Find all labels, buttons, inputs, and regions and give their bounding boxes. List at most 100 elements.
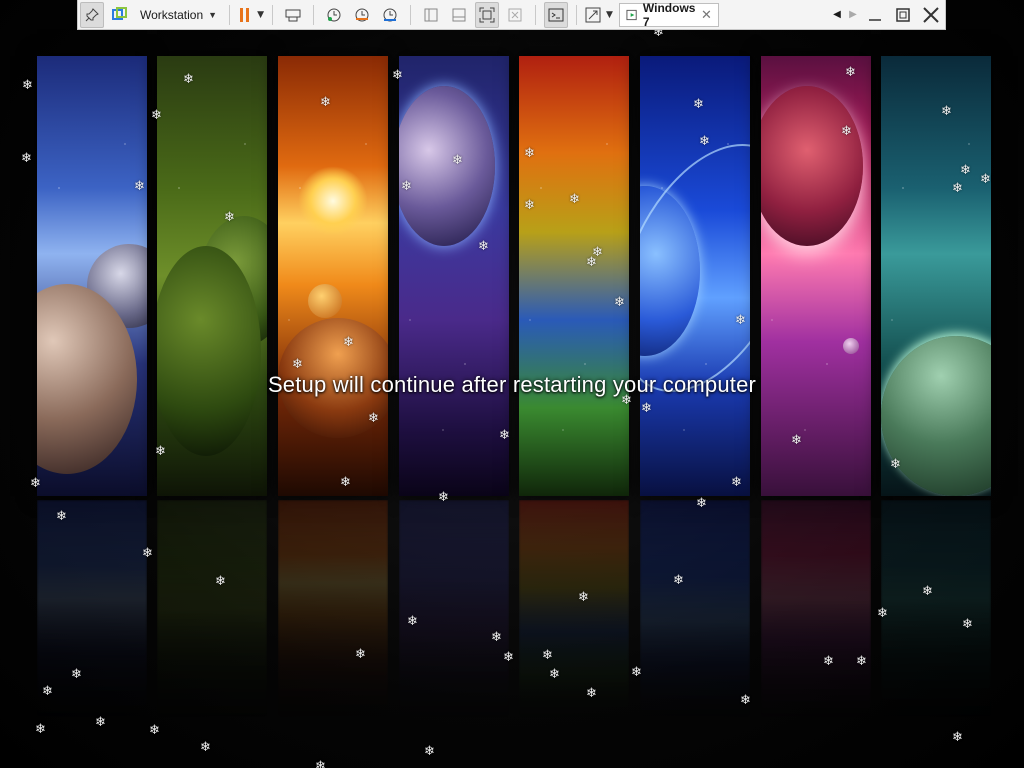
close-window-icon [923,6,939,23]
snowflake-icon: ❄ [856,654,867,669]
minimize-button[interactable] [861,2,889,28]
chevron-down-icon: ▼ [257,9,264,20]
snowflake-icon: ❄ [392,68,403,83]
send-keys-icon [285,9,301,21]
snowflake-icon: ❄ [22,78,33,93]
restore-icon [896,7,910,22]
snowflake-icon: ❄ [343,335,354,350]
snowflake-icon: ❄ [368,411,379,426]
snowflake-icon: ❄ [30,476,41,491]
console-view-button[interactable] [543,1,568,28]
snowflake-icon: ❄ [183,72,194,87]
setup-status-message: Setup will continue after restarting you… [267,372,757,397]
scroll-left-icon[interactable]: ◀ [829,2,845,28]
snowflake-icon: ❄ [542,648,553,663]
snowflake-icon: ❄ [315,759,326,768]
snapshot-manager-icon [383,8,397,21]
vm-desktop: ❄ ❄ ❄ ❄ ❄ ❄ ❄ ❄ ❄ ❄ ❄ ❄ ❄ ❄ ❄ ❄ ❄ ❄ ❄ ❄ ❄ ❄ ❄ ❄ ❄ ❄ ❄ ❄ ❄ ❄ ❄ ❄ ❄ ❄ ❄ ❄ ❄ ❄ ❄ ❄… [0,0,1024,768]
snowflake-icon: ❄ [823,654,834,669]
wallpaper-panel [881,56,991,496]
snowflake-icon: ❄ [877,606,888,621]
snowflake-icon: ❄ [21,151,32,166]
snowflake-icon: ❄ [941,104,952,119]
snowflake-icon: ❄ [549,667,560,682]
snowflake-icon: ❄ [95,715,106,730]
snowflake-icon: ❄ [890,457,901,472]
show-thumbnail-bar-button[interactable] [447,2,471,28]
snowflake-icon: ❄ [631,665,642,680]
snowflake-icon: ❄ [42,684,53,699]
snowflake-icon: ❄ [614,295,625,310]
wallpaper-reflection [881,500,991,720]
snowflake-icon: ❄ [424,744,435,759]
snowflake-icon: ❄ [155,444,166,459]
stretch-guest-button[interactable]: ▼ [585,2,613,28]
vm-tab-label: Windows 7 [642,0,696,29]
unity-button[interactable] [503,2,527,28]
wallpaper-reflection [519,500,629,720]
send-ctrl-alt-del-button[interactable] [281,2,305,28]
snowflake-icon: ❄ [735,313,746,328]
separator [312,4,314,25]
take-snapshot-button[interactable] [322,2,346,28]
revert-snapshot-button[interactable] [350,2,374,28]
snowflake-icon: ❄ [134,179,145,194]
snowflake-icon: ❄ [791,433,802,448]
full-screen-button[interactable] [474,1,499,28]
chevron-down-icon: ▼ [605,9,613,20]
close-button[interactable] [917,2,945,28]
wallpaper-reflection [399,500,509,720]
unity-icon [508,8,522,21]
snowflake-icon: ❄ [71,667,82,682]
snowflake-icon: ❄ [407,614,418,629]
workstation-menu[interactable]: Workstation ▼ [134,2,223,28]
stretch-icon [585,7,601,22]
wallpaper-panel [761,56,871,496]
vm-tab-windows-7[interactable]: Windows 7 ✕ [618,0,719,29]
pin-icon[interactable] [80,1,104,28]
snowflake-icon: ❄ [499,428,510,443]
snowflake-icon: ❄ [401,179,412,194]
snapshot-manager-button[interactable] [378,2,402,28]
snowflake-icon: ❄ [952,730,963,745]
snowflake-icon: ❄ [845,65,856,80]
snowflake-icon: ❄ [503,650,514,665]
snowflake-icon: ❄ [452,153,463,168]
close-icon[interactable]: ✕ [701,7,712,23]
snowflake-icon: ❄ [641,401,652,416]
snowflake-icon: ❄ [35,722,46,737]
snowflake-icon: ❄ [491,630,502,645]
scroll-right-icon[interactable]: ▶ [845,2,861,28]
separator [575,4,577,25]
pause-button[interactable]: ▼ [238,2,264,28]
snowflake-icon: ❄ [693,97,704,112]
wallpaper-reflection [157,500,267,720]
wallpaper-panel [640,56,750,496]
snowflake-icon: ❄ [731,475,742,490]
vm-icon [626,9,637,20]
snowflake-icon: ❄ [151,108,162,123]
snowflake-icon: ❄ [215,574,226,589]
minimize-icon [869,18,881,21]
snowflake-icon: ❄ [438,490,449,505]
snowflake-icon: ❄ [960,163,971,178]
snowflake-icon: ❄ [980,172,991,187]
wallpaper-panel [278,56,388,496]
chevron-down-icon: ▼ [208,9,218,20]
snowflake-icon: ❄ [355,647,366,662]
restore-button[interactable] [889,2,917,28]
full-screen-icon [479,7,495,22]
snapshot-icon [327,8,341,21]
separator [229,4,231,25]
snowflake-icon: ❄ [569,192,580,207]
snowflake-icon: ❄ [200,740,211,755]
snowflake-icon: ❄ [320,95,331,110]
show-library-button[interactable] [419,2,443,28]
snowflake-icon: ❄ [952,181,963,196]
thumbnail-view-icon [452,8,466,21]
snowflake-icon: ❄ [56,509,67,524]
snowflake-icon: ❄ [340,475,351,490]
pause-icon [240,7,250,22]
snowflake-icon: ❄ [922,584,933,599]
snowflake-icon: ❄ [578,590,589,605]
